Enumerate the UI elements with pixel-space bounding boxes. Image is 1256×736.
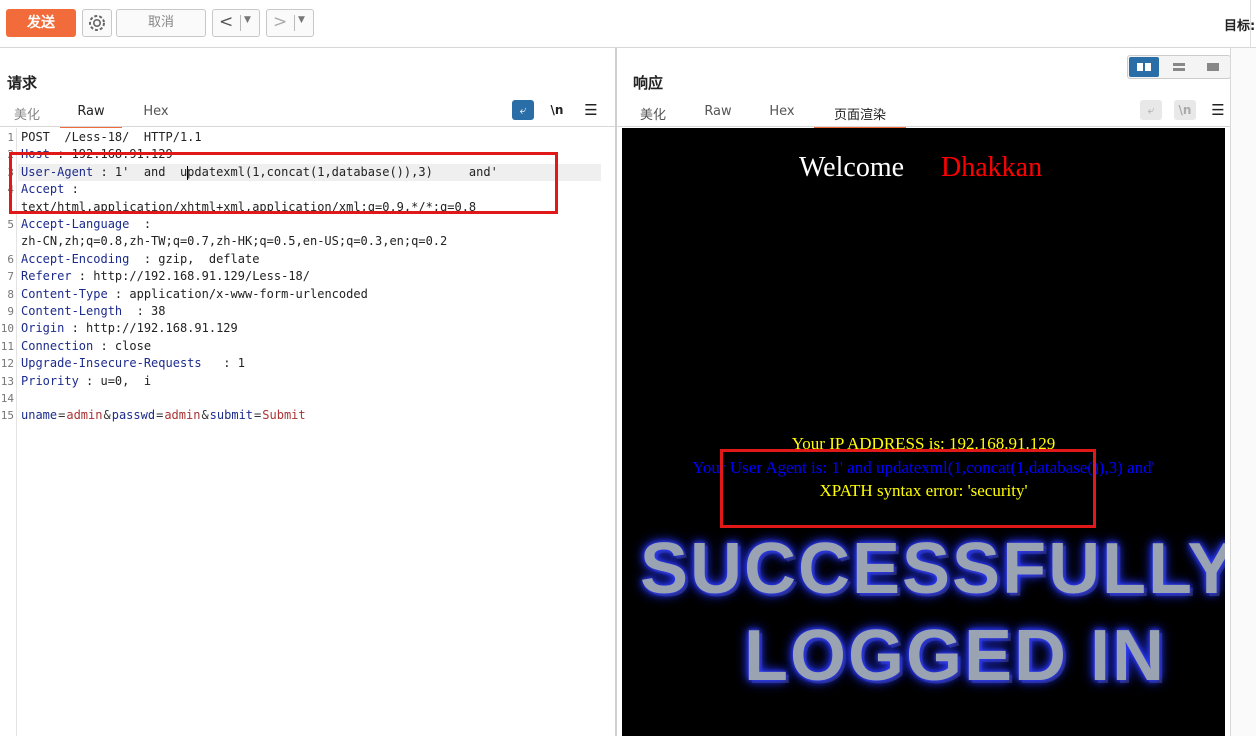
request-title: 请求 xyxy=(7,74,38,92)
header-value: : http://192.168.91.129/Less-18/ xyxy=(71,269,310,284)
tab-pretty[interactable]: 美化 xyxy=(638,104,668,126)
line-number: 13 xyxy=(0,374,14,388)
param-value: admin xyxy=(164,408,201,423)
success-banner-line2: LOGGED IN xyxy=(744,616,1167,696)
header-value: : 38 xyxy=(122,304,166,318)
line-number: 7 xyxy=(7,270,14,284)
line-number: 6 xyxy=(7,252,14,266)
body-params: uname=admin&passwd=admin&submit=Submit xyxy=(21,407,306,424)
line-number: 15 xyxy=(0,409,14,423)
layout-switcher xyxy=(1127,55,1231,79)
code-text: POST /Less-18/ HTTP/1.1 xyxy=(21,129,202,146)
newline-toggle[interactable]: \n xyxy=(1174,100,1196,120)
code-text: Accept-Language : xyxy=(21,216,151,233)
param-value: admin xyxy=(66,408,103,423)
code-text: Content-Type : application/x-www-form-ur… xyxy=(21,286,368,303)
header-value: : http://192.168.91.129 xyxy=(64,321,238,336)
chevron-down-icon[interactable]: ▼ xyxy=(244,15,251,25)
param-value: Submit xyxy=(262,408,306,423)
tab-hex[interactable]: Hex xyxy=(141,104,171,126)
param-separator: = xyxy=(58,408,66,423)
header-name: Content-Length xyxy=(21,304,123,318)
line-number: 5 xyxy=(7,218,14,231)
highlight-box xyxy=(720,449,1096,528)
tab-raw[interactable]: Raw xyxy=(60,104,122,128)
layout-split-icon[interactable] xyxy=(1129,57,1159,77)
menu-icon[interactable]: ☰ xyxy=(580,100,602,120)
tab-hex[interactable]: Hex xyxy=(767,104,797,126)
text-cursor xyxy=(187,166,188,180)
header-name: Upgrade-Insecure-Requests xyxy=(21,356,202,371)
code-text: Priority : u=0, i xyxy=(21,373,151,390)
back-arrow-icon: < xyxy=(219,12,234,32)
header-name: Referer xyxy=(21,269,72,284)
wrap-lines-icon[interactable]: ⤶ xyxy=(512,100,534,120)
code-text: Upgrade-Insecure-Requests : 1 xyxy=(21,355,245,372)
gear-icon xyxy=(89,15,105,31)
header-name: Connection xyxy=(21,338,94,353)
param-separator: & xyxy=(103,408,111,423)
wrap-lines-icon[interactable]: ⤶ xyxy=(1140,100,1162,120)
param-separator: & xyxy=(201,408,209,423)
welcome-text: Welcome xyxy=(799,152,905,183)
param-name: uname xyxy=(21,408,58,423)
code-text: Connection : close xyxy=(21,338,151,355)
line-number: 9 xyxy=(7,305,14,318)
header-value: : gzip, deflate xyxy=(129,251,260,266)
line-number: 12 xyxy=(0,357,14,371)
line-number: 14 xyxy=(0,392,14,405)
layout-single-icon[interactable] xyxy=(1198,57,1228,77)
header-name: Accept-Language xyxy=(21,217,130,231)
forward-button[interactable]: > ▼ xyxy=(266,9,314,37)
cancel-button[interactable]: 取消 xyxy=(116,9,206,37)
request-editor[interactable]: 1 POST /Less-18/ HTTP/1.1 2 Host : 192.168.… xyxy=(0,129,610,729)
send-button[interactable]: 发送 xyxy=(6,9,76,37)
welcome-name: Dhakkan xyxy=(941,152,1043,183)
toolbar: 发送 取消 < ▼ > ▼ 目标: xyxy=(0,0,1256,48)
layout-stacked-icon[interactable] xyxy=(1164,57,1194,77)
param-separator: = xyxy=(254,408,262,423)
code-text: Content-Length : 38 xyxy=(21,303,166,320)
code-text: Origin : http://192.168.91.129 xyxy=(21,320,238,337)
line-number: 11 xyxy=(0,339,14,353)
header-value: : xyxy=(129,217,152,231)
forward-arrow-icon: > xyxy=(273,12,288,32)
chevron-down-icon[interactable]: ▼ xyxy=(298,15,305,25)
header-value: : 1 xyxy=(201,356,245,371)
back-button[interactable]: < ▼ xyxy=(212,9,260,37)
rendered-page: Welcome Dhakkan Your IP ADDRESS is: 192.… xyxy=(622,128,1225,736)
line-number: 1 xyxy=(7,131,14,144)
header-value: : u=0, i xyxy=(78,373,152,388)
response-title: 响应 xyxy=(633,74,664,92)
tab-pretty[interactable]: 美化 xyxy=(12,104,42,126)
header-value: POST /Less-18/ HTTP/1.1 xyxy=(21,130,202,144)
param-name: passwd xyxy=(111,408,156,423)
header-value: : close xyxy=(93,338,152,353)
header-name: Content-Type xyxy=(21,286,108,301)
tab-raw[interactable]: Raw xyxy=(703,104,733,126)
menu-icon[interactable]: ☰ xyxy=(1207,100,1229,120)
code-text: Referer : http://192.168.91.129/Less-18/ xyxy=(21,268,310,285)
header-value: : application/x-www-form-urlencoded xyxy=(107,286,368,301)
newline-toggle[interactable]: \n xyxy=(546,100,568,120)
line-number: 8 xyxy=(7,287,14,301)
highlight-box xyxy=(9,152,558,214)
header-value: zh-CN,zh;q=0.8,zh-TW;q=0.7,zh-HK;q=0.5,e… xyxy=(21,234,448,249)
header-name: Origin xyxy=(21,321,65,336)
code-text: Accept-Encoding : gzip, deflate xyxy=(21,251,259,268)
tab-render[interactable]: 页面渲染 xyxy=(814,104,906,128)
param-name: submit xyxy=(209,408,254,423)
header-name: Priority xyxy=(21,373,79,388)
code-text: zh-CN,zh;q=0.8,zh-TW;q=0.7,zh-HK;q=0.5,e… xyxy=(21,233,447,250)
success-banner-line1: SUCCESSFULLY xyxy=(640,529,1225,609)
line-number: 10 xyxy=(0,322,14,336)
settings-button[interactable] xyxy=(82,9,112,37)
side-scrollbar[interactable] xyxy=(1231,48,1256,736)
param-separator: = xyxy=(156,408,164,423)
header-name: Accept-Encoding xyxy=(21,251,130,266)
